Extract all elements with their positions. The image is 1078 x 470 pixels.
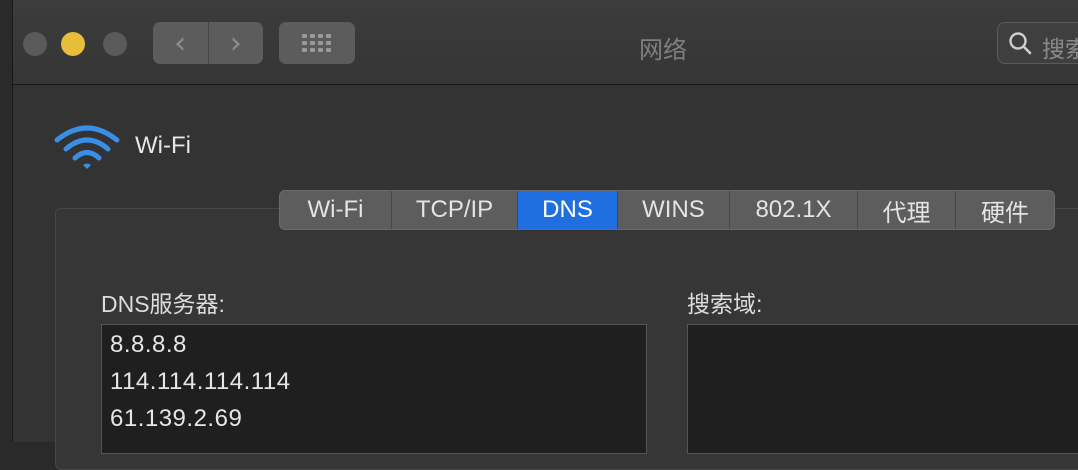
dns-servers-list[interactable]: 8.8.8.8 114.114.114.114 61.139.2.69 <box>101 324 647 454</box>
close-window-button[interactable] <box>23 32 47 56</box>
interface-name: Wi-Fi <box>135 132 191 159</box>
tab-8021x[interactable]: 802.1X <box>730 191 858 229</box>
network-preferences-window: ‹ › 网络 搜索 Wi-Fi Wi-Fi TCP/IP DNS WINS 80… <box>12 0 1078 470</box>
chevron-left-icon: ‹ <box>174 25 187 61</box>
grid-icon <box>302 34 332 52</box>
navigation-buttons: ‹ › <box>153 22 263 64</box>
wifi-icon <box>54 125 120 169</box>
search-domains-label: 搜索域: <box>687 291 763 317</box>
zoom-window-button[interactable] <box>103 32 127 56</box>
dns-servers-label: DNS服务器: <box>101 291 225 317</box>
chevron-right-icon: › <box>229 25 242 61</box>
tab-proxies[interactable]: 代理 <box>858 191 956 229</box>
tab-dns[interactable]: DNS <box>518 191 618 229</box>
show-all-button[interactable] <box>279 22 355 64</box>
window-title: 网络 <box>639 37 687 64</box>
forward-button[interactable]: › <box>209 22 264 64</box>
search-placeholder: 搜索 <box>1042 36 1078 62</box>
tab-wifi[interactable]: Wi-Fi <box>280 191 392 229</box>
title-bar: ‹ › 网络 搜索 <box>13 0 1078 85</box>
search-icon <box>1009 32 1032 55</box>
search-domains-list[interactable] <box>687 324 1078 454</box>
tab-hardware[interactable]: 硬件 <box>956 191 1054 229</box>
dns-server-entry[interactable]: 61.139.2.69 <box>110 405 242 433</box>
dns-server-entry[interactable]: 8.8.8.8 <box>110 331 187 359</box>
dns-server-entry[interactable]: 114.114.114.114 <box>110 368 291 396</box>
minimize-window-button[interactable] <box>61 32 85 56</box>
tab-tcpip[interactable]: TCP/IP <box>392 191 518 229</box>
tab-wins[interactable]: WINS <box>618 191 730 229</box>
back-button[interactable]: ‹ <box>153 22 209 64</box>
search-field[interactable]: 搜索 <box>997 22 1078 64</box>
settings-tabs: Wi-Fi TCP/IP DNS WINS 802.1X 代理 硬件 <box>279 190 1055 230</box>
